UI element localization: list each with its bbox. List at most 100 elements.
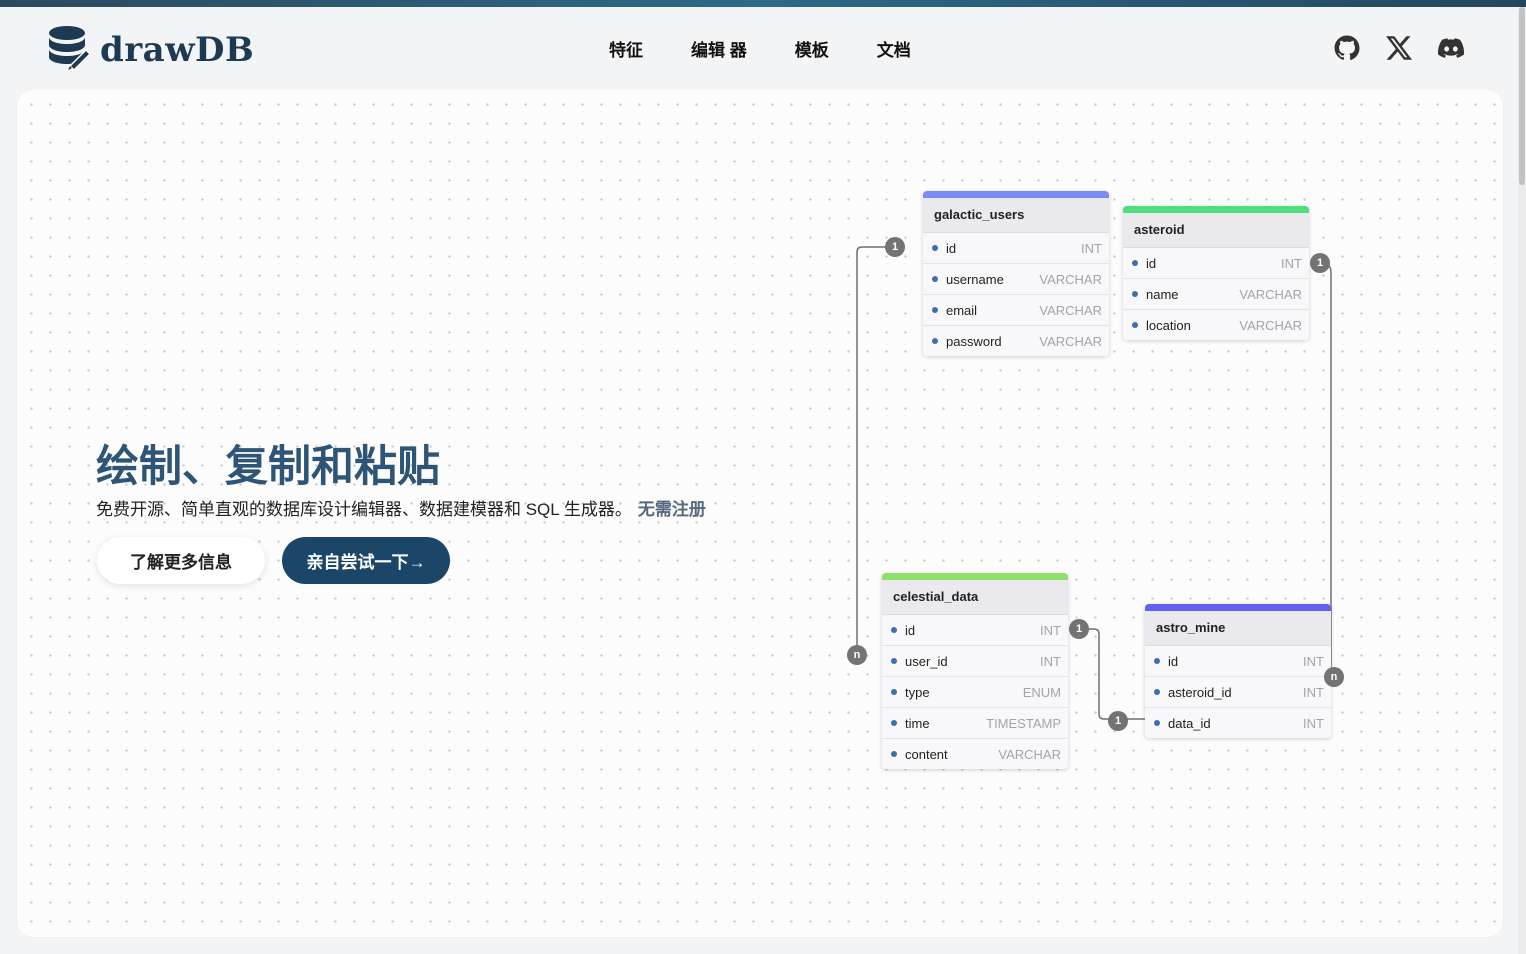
table-color-bar [882, 573, 1068, 580]
field-name: name [1146, 286, 1179, 302]
no-signup-link[interactable]: 无需注册 [638, 500, 706, 519]
nav-templates[interactable]: 模板 [795, 36, 829, 61]
field-dot-icon [891, 751, 897, 757]
field-dot-icon [932, 338, 938, 344]
field-name: id [905, 622, 916, 638]
field-dot-icon [891, 720, 897, 726]
database-logo-icon [46, 24, 92, 75]
table-row[interactable]: id INT [1145, 646, 1331, 677]
field-name: user_id [905, 653, 948, 669]
cardinality-badge: n [1324, 667, 1344, 687]
field-name: id [1168, 653, 1179, 669]
table-row[interactable]: id INT [882, 615, 1068, 646]
field-type: VARCHAR [1039, 302, 1102, 318]
table-row[interactable]: time TIMESTAMP [882, 708, 1068, 739]
table-asteroid[interactable]: asteroid id INT name VARCHAR location VARCH… [1123, 206, 1309, 340]
cardinality-badge: 1 [1310, 253, 1330, 273]
table-row[interactable]: name VARCHAR [1123, 279, 1309, 310]
field-name: password [946, 333, 1002, 349]
hero-title: 绘制、复制和粘贴 [96, 443, 440, 491]
table-header[interactable]: galactic_users [923, 198, 1109, 233]
table-row[interactable]: content VARCHAR [882, 739, 1068, 769]
discord-icon[interactable] [1438, 35, 1465, 61]
cardinality-badge: n [847, 645, 867, 665]
field-dot-icon [932, 276, 938, 282]
field-name: content [905, 746, 948, 762]
github-icon[interactable] [1334, 35, 1360, 61]
main-nav: 特征 编辑 器 模板 文档 [609, 36, 911, 61]
field-type: INT [1303, 715, 1324, 731]
table-row[interactable]: user_id INT [882, 646, 1068, 677]
table-row[interactable]: asteroid_id INT [1145, 677, 1331, 708]
field-dot-icon [1132, 291, 1138, 297]
field-name: location [1146, 317, 1191, 333]
table-row[interactable]: id INT [923, 233, 1109, 264]
field-name: type [905, 684, 930, 700]
learn-more-button[interactable]: 了解更多信息 [97, 537, 265, 584]
table-galactic-users[interactable]: galactic_users id INT username VARCHAR ema… [923, 191, 1109, 356]
field-type: INT [1281, 255, 1302, 271]
cardinality-badge: 1 [885, 237, 905, 257]
brand-name: drawDB [100, 29, 255, 70]
cardinality-badge: 1 [1069, 619, 1089, 639]
hero-subtitle: 免费开源、简单直观的数据库设计编辑器、数据建模器和 SQL 生成器。 无需注册 [96, 495, 706, 520]
table-row[interactable]: username VARCHAR [923, 264, 1109, 295]
field-name: email [946, 302, 978, 318]
header: drawDB 特征 编辑 器 模板 文档 [0, 7, 1518, 89]
logo[interactable]: drawDB [46, 24, 254, 75]
nav-editor[interactable]: 编辑 器 [691, 36, 747, 61]
field-dot-icon [1154, 689, 1160, 695]
field-dot-icon [891, 658, 897, 664]
table-row[interactable]: password VARCHAR [923, 326, 1109, 356]
field-name: id [1146, 255, 1157, 271]
field-type: VARCHAR [1039, 333, 1102, 349]
table-header[interactable]: astro_mine [1145, 611, 1331, 646]
hero-subtitle-text: 免费开源、简单直观的数据库设计编辑器、数据建模器和 SQL 生成器。 [96, 500, 632, 519]
field-name: asteroid_id [1168, 684, 1232, 700]
field-dot-icon [1132, 322, 1138, 328]
field-name: username [946, 271, 1004, 287]
table-row[interactable]: location VARCHAR [1123, 310, 1309, 340]
field-type: INT [1303, 653, 1324, 669]
field-dot-icon [1132, 260, 1138, 266]
cardinality-badge: 1 [1108, 711, 1128, 731]
table-astro-mine[interactable]: astro_mine id INT asteroid_id INT data_id I… [1145, 604, 1331, 738]
field-name: data_id [1168, 715, 1211, 731]
table-row[interactable]: data_id INT [1145, 708, 1331, 738]
nav-docs[interactable]: 文档 [877, 36, 911, 61]
field-dot-icon [1154, 720, 1160, 726]
field-type: INT [1303, 684, 1324, 700]
try-it-button[interactable]: 亲自尝试一下→ [282, 537, 450, 584]
field-type: VARCHAR [1039, 271, 1102, 287]
field-dot-icon [891, 689, 897, 695]
field-type: ENUM [1022, 684, 1061, 700]
social-links [1334, 35, 1465, 61]
table-row[interactable]: email VARCHAR [923, 295, 1109, 326]
field-name: time [905, 715, 930, 731]
table-celestial-data[interactable]: celestial_data id INT user_id INT type ENUM… [882, 573, 1068, 769]
field-type: VARCHAR [998, 746, 1061, 762]
field-type: INT [1081, 240, 1102, 256]
x-icon[interactable] [1386, 35, 1412, 61]
table-color-bar [1145, 604, 1331, 611]
table-color-bar [923, 191, 1109, 198]
field-dot-icon [932, 307, 938, 313]
field-type: INT [1040, 622, 1061, 638]
field-type: VARCHAR [1239, 317, 1302, 333]
top-accent-strip [0, 0, 1526, 7]
table-header[interactable]: asteroid [1123, 213, 1309, 248]
field-type: TIMESTAMP [986, 715, 1061, 731]
field-name: id [946, 240, 957, 256]
field-dot-icon [932, 245, 938, 251]
field-type: INT [1040, 653, 1061, 669]
scrollbar[interactable] [1518, 7, 1526, 954]
table-color-bar [1123, 206, 1309, 213]
nav-features[interactable]: 特征 [609, 36, 643, 61]
table-row[interactable]: id INT [1123, 248, 1309, 279]
field-dot-icon [1154, 658, 1160, 664]
field-dot-icon [891, 627, 897, 633]
field-type: VARCHAR [1239, 286, 1302, 302]
table-row[interactable]: type ENUM [882, 677, 1068, 708]
scrollbar-thumb[interactable] [1519, 7, 1525, 185]
table-header[interactable]: celestial_data [882, 580, 1068, 615]
